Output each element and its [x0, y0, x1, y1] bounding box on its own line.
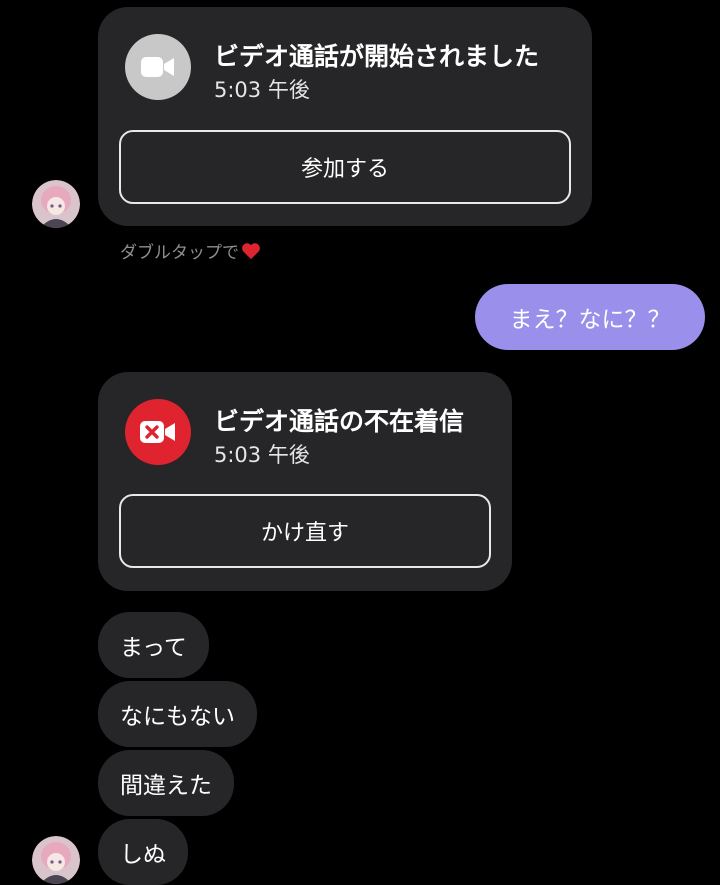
missed-video-call-icon [125, 399, 191, 465]
avatar-image [32, 180, 80, 228]
heart-icon [242, 242, 260, 259]
received-message-bubble[interactable]: 間違えた [98, 750, 234, 816]
sent-message-bubble[interactable]: まえ？なに？？ [475, 284, 705, 350]
call-started-title: ビデオ通話が開始されました [214, 42, 540, 71]
call-started-time: 5:03 午後 [214, 78, 310, 102]
double-tap-hint: ダブルタップで [120, 238, 261, 263]
received-message-bubble[interactable]: しぬ [98, 819, 188, 885]
received-message-bubble[interactable]: なにもない [98, 681, 257, 747]
call-back-button[interactable]: かけ直す [119, 494, 491, 568]
avatar[interactable] [32, 836, 80, 884]
received-message-bubble[interactable]: まって [98, 612, 209, 678]
join-call-button[interactable]: 参加する [119, 130, 571, 204]
missed-call-time: 5:03 午後 [214, 443, 310, 467]
video-camera-icon [125, 34, 191, 100]
double-tap-hint-text: ダブルタップで [120, 243, 239, 263]
avatar-image [32, 836, 80, 884]
video-call-started-card: ビデオ通話が開始されました 5:03 午後 参加する [98, 7, 592, 226]
avatar[interactable] [32, 180, 80, 228]
missed-call-title: ビデオ通話の不在着信 [214, 407, 465, 436]
missed-video-call-card: ビデオ通話の不在着信 5:03 午後 かけ直す [98, 372, 512, 591]
